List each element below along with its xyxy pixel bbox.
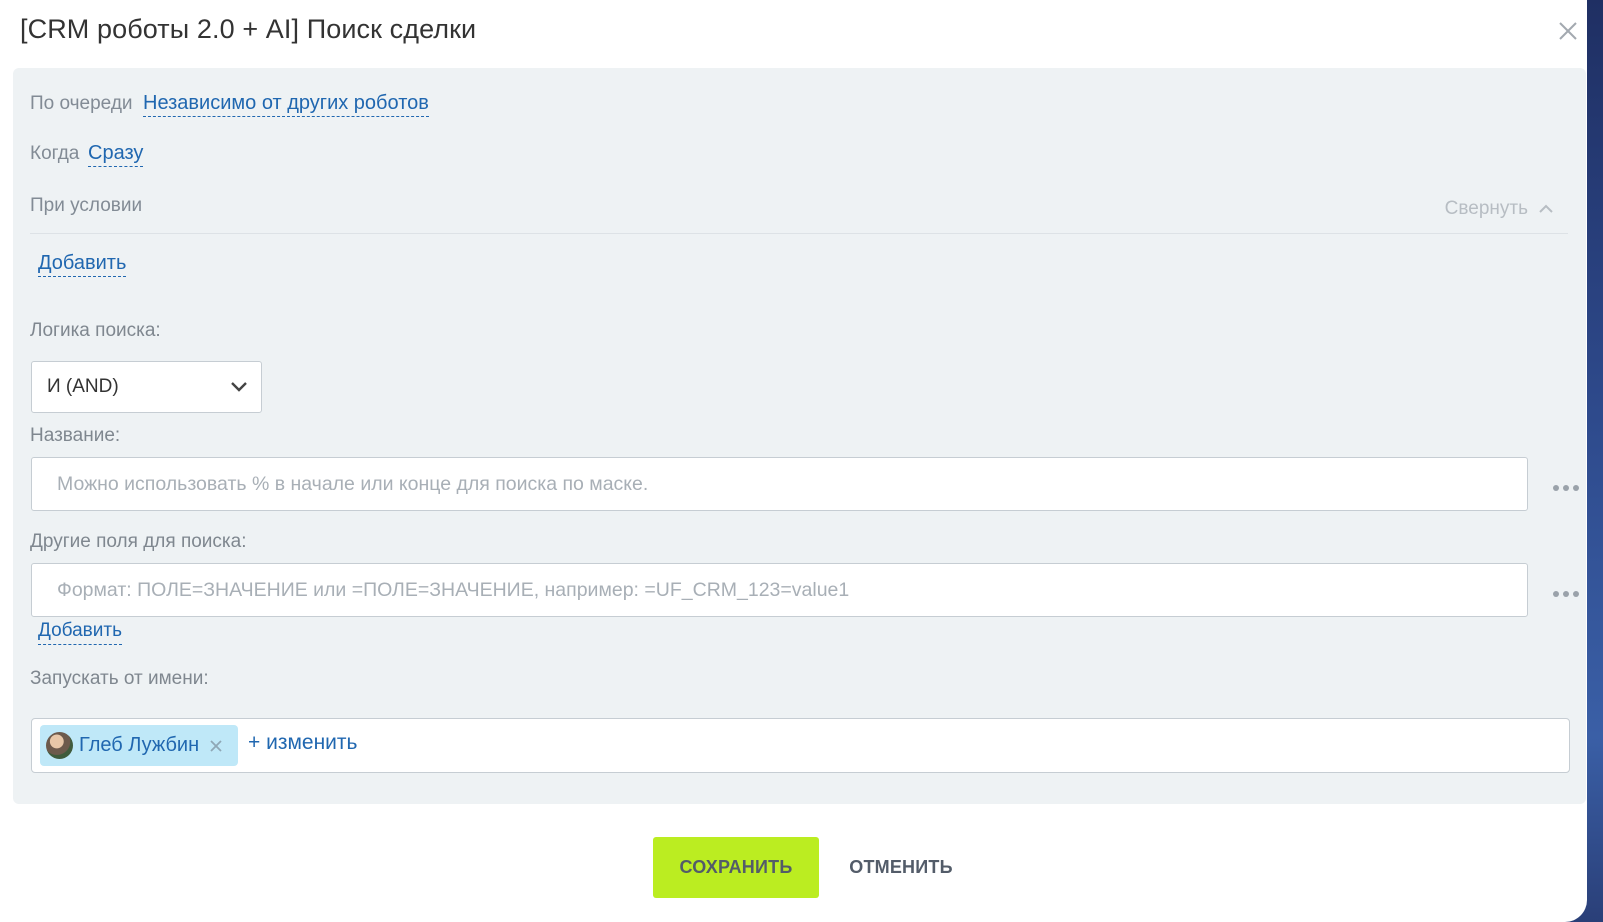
save-button[interactable]: СОХРАНИТЬ	[653, 837, 819, 898]
search-logic-value: И (AND)	[47, 376, 119, 397]
user-chip-name: Глеб Лужбин	[79, 734, 200, 756]
queue-label: По очереди	[30, 93, 133, 114]
collapse-label: Свернуть	[1444, 198, 1528, 219]
add-field-link[interactable]: Добавить	[38, 619, 122, 645]
chevron-up-icon	[1538, 198, 1554, 220]
search-logic-select[interactable]: И (AND)	[31, 361, 262, 413]
search-logic-label: Логика поиска:	[30, 320, 161, 341]
condition-label: При условии	[30, 195, 143, 216]
robot-settings-panel: По очереди Независимо от других роботов …	[13, 68, 1586, 804]
dialog-title: [CRM роботы 2.0 + AI] Поиск сделки	[20, 14, 477, 44]
other-fields-label: Другие поля для поиска:	[30, 531, 247, 552]
remove-user-icon[interactable]	[209, 739, 223, 753]
cancel-button[interactable]: ОТМЕНИТЬ	[830, 837, 972, 898]
chevron-down-icon	[230, 379, 248, 397]
condition-divider	[30, 233, 1568, 234]
name-input[interactable]	[31, 457, 1528, 511]
close-icon[interactable]	[1554, 17, 1582, 45]
add-condition-link[interactable]: Добавить	[38, 251, 127, 277]
when-label: Когда	[30, 143, 80, 164]
avatar	[46, 732, 73, 759]
name-field-label: Название:	[30, 425, 121, 446]
user-chip: Глеб Лужбин	[40, 725, 238, 766]
name-more-icon[interactable]	[1552, 480, 1580, 491]
queue-mode-link[interactable]: Независимо от других роботов	[143, 91, 429, 117]
run-as-label: Запускать от имени:	[30, 668, 209, 689]
other-fields-input[interactable]	[31, 563, 1528, 617]
collapse-button[interactable]: Свернуть	[1445, 198, 1554, 220]
other-fields-more-icon[interactable]	[1552, 586, 1580, 597]
robot-settings-dialog: [CRM роботы 2.0 + AI] Поиск сделки По оч…	[0, 0, 1587, 922]
run-as-user-selector[interactable]: Глеб Лужбин + изменить	[31, 718, 1570, 773]
when-value-link[interactable]: Сразу	[88, 141, 144, 167]
change-user-link[interactable]: + изменить	[248, 731, 357, 755]
